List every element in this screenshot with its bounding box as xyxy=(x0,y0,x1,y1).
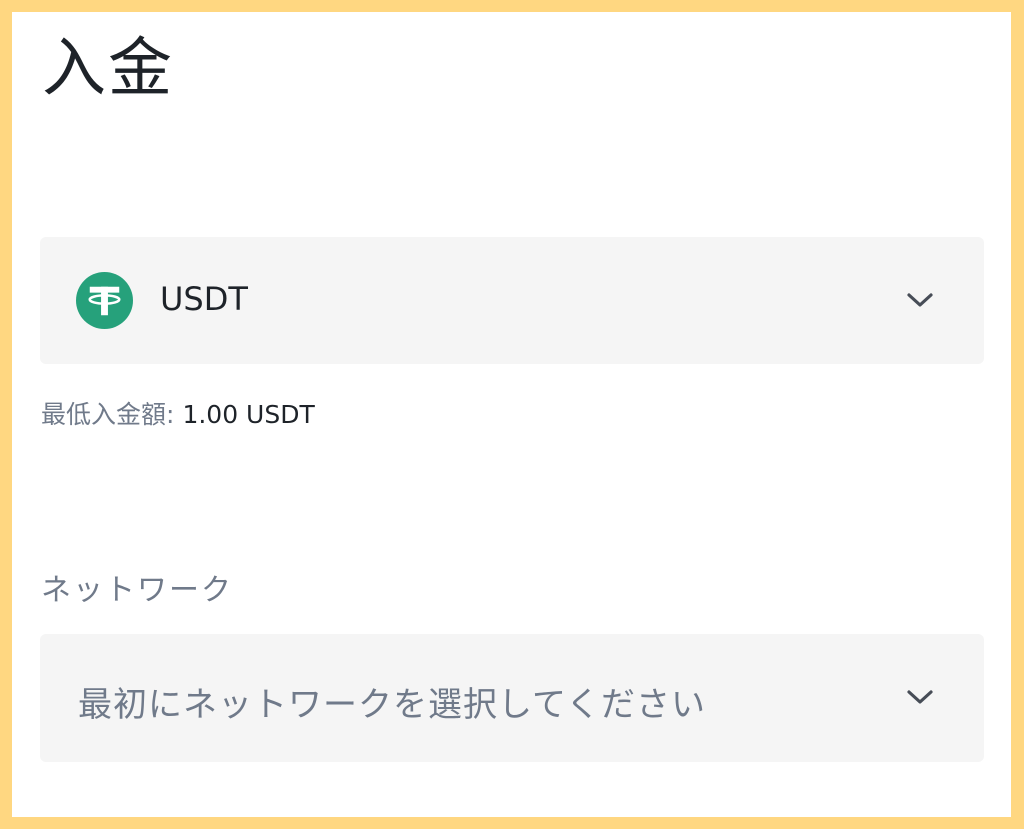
coin-select-value: USDT xyxy=(160,280,248,318)
network-select-placeholder: 最初にネットワークを選択してください xyxy=(78,685,706,725)
page-title: 入金 xyxy=(42,32,174,106)
min-deposit-label: 最低入金額: xyxy=(41,400,175,429)
min-deposit-info: 最低入金額: 1.00 USDT xyxy=(41,395,315,431)
chevron-down-icon xyxy=(907,690,933,704)
min-deposit-value: 1.00 USDT xyxy=(182,400,315,429)
chevron-down-icon xyxy=(907,293,933,307)
coin-select[interactable]: USDT xyxy=(40,237,984,364)
network-select[interactable]: 最初にネットワークを選択してください xyxy=(40,634,984,762)
tether-icon xyxy=(76,272,133,329)
deposit-panel: 入金 USDT 最低入金額: 1.00 USDT ネットワーク 最初にネットワーク… xyxy=(12,12,1011,817)
network-label: ネットワーク xyxy=(41,573,233,608)
